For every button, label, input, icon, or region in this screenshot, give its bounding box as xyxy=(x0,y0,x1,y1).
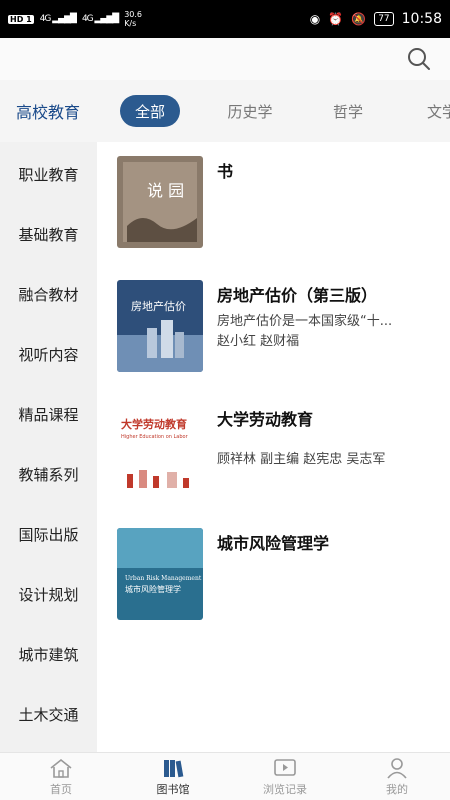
status-bar: HD 1 4G ▂▄▆█ 4G ▂▄▆█ 30.6 K/s ◉ ⏰ 🔕 77 1… xyxy=(0,0,450,38)
nav-history-label: 浏览记录 xyxy=(263,783,307,796)
nav-history[interactable]: 浏览记录 xyxy=(229,753,341,800)
cover-illustration: 房地产估价 xyxy=(117,280,203,372)
alarm-icon: ⏰ xyxy=(328,12,344,26)
book-title: 书 xyxy=(217,162,234,181)
signal-indicator-2: 4G ▂▄▆█ xyxy=(81,14,119,24)
nav-profile[interactable]: 我的 xyxy=(341,753,450,800)
tab-literature[interactable]: 文学 xyxy=(412,95,450,127)
bottom-nav: 首页 图书馆 浏览记录 我的 xyxy=(0,752,450,800)
signal-2-label: 4G xyxy=(81,14,94,24)
book-title: 房地产估价（第三版） xyxy=(217,286,378,305)
book-authors: 顾祥林 副主编 赵宪忠 吴志军 xyxy=(217,452,386,467)
tab-history[interactable]: 历史学 xyxy=(215,95,285,127)
sidebar-item-integrated[interactable]: 融合教材 xyxy=(0,264,97,324)
signal-1-label: 4G xyxy=(39,14,52,24)
speed-unit: K/s xyxy=(124,19,137,28)
book-item[interactable]: 房地产估价 房地产估价（第三版） 房地产估价是一本国家级“十... 赵小红 赵财… xyxy=(97,266,450,386)
status-right: ◉ ⏰ 🔕 77 10:58 xyxy=(310,11,442,27)
eye-icon: ◉ xyxy=(309,12,321,26)
signal-indicator-1: 4G ▂▄▆█ xyxy=(39,14,77,24)
tab-philosophy[interactable]: 哲学 xyxy=(318,95,378,127)
cover-title: 房地产估价 xyxy=(131,299,186,313)
book-item[interactable]: Urban Risk Management 城市风险管理学 城市风险管理学 xyxy=(97,514,450,634)
book-cover: Urban Risk Management 城市风险管理学 xyxy=(117,528,203,620)
cover-title: 大学劳动教育 xyxy=(121,417,187,431)
sidebar-item-civil[interactable]: 土木交通 xyxy=(0,684,97,744)
cover-illustration: Urban Risk Management 城市风险管理学 xyxy=(117,528,203,620)
battery-indicator: 77 xyxy=(374,12,394,26)
nav-library[interactable]: 图书馆 xyxy=(117,753,229,800)
clock: 10:58 xyxy=(401,11,442,27)
network-speed: 30.6 K/s xyxy=(124,10,142,28)
main-category[interactable]: 高校教育 xyxy=(0,80,96,142)
book-list: 说 园 书 房地产估价 房地产估价（第三版） 房地产估价是一本国家级“十... … xyxy=(97,142,450,752)
sidebar: 职业教育 基础教育 融合教材 视听内容 精品课程 教辅系列 国际出版 设计规划 … xyxy=(0,142,97,752)
nav-library-label: 图书馆 xyxy=(156,783,190,796)
cover-subtitle: Urban Risk Management xyxy=(125,575,202,582)
cover-title: 城市风险管理学 xyxy=(125,584,181,594)
cover-subtitle: Higher Education on Labor xyxy=(121,434,189,440)
subject-tabs: 全部 历史学 哲学 文学 xyxy=(100,80,450,142)
speed-value: 30.6 xyxy=(124,10,142,19)
book-cover: 房地产估价 xyxy=(117,280,203,372)
book-item[interactable]: 大学劳动教育 Higher Education on Labor 大学劳动教育 … xyxy=(97,390,450,510)
search-icon xyxy=(408,48,430,70)
category-row: 高校教育 全部 历史学 哲学 文学 xyxy=(0,80,450,142)
library-icon xyxy=(164,760,184,778)
book-description: 房地产估价是一本国家级“十... xyxy=(217,314,393,329)
sidebar-item-vocational[interactable]: 职业教育 xyxy=(0,144,97,204)
sidebar-item-tutoring[interactable]: 教辅系列 xyxy=(0,444,97,504)
sidebar-item-international[interactable]: 国际出版 xyxy=(0,504,97,564)
tab-all[interactable]: 全部 xyxy=(120,95,180,127)
status-left: HD 1 4G ▂▄▆█ 4G ▂▄▆█ 30.6 K/s xyxy=(8,10,310,28)
home-icon xyxy=(50,758,72,778)
nav-home-label: 首页 xyxy=(50,783,72,796)
book-cover: 大学劳动教育 Higher Education on Labor xyxy=(117,404,203,496)
search-button[interactable] xyxy=(406,46,432,72)
nav-profile-label: 我的 xyxy=(386,783,408,796)
sidebar-item-architecture[interactable]: 城市建筑 xyxy=(0,624,97,684)
sidebar-item-basic[interactable]: 基础教育 xyxy=(0,204,97,264)
header xyxy=(0,38,450,80)
sidebar-item-design[interactable]: 设计规划 xyxy=(0,564,97,624)
cover-illustration: 大学劳动教育 Higher Education on Labor xyxy=(117,404,203,496)
cover-title: 说 园 xyxy=(147,181,184,200)
book-item[interactable]: 说 园 书 xyxy=(97,142,450,262)
profile-icon xyxy=(387,758,407,779)
mute-icon: 🔕 xyxy=(351,12,367,26)
app-screen: HD 1 4G ▂▄▆█ 4G ▂▄▆█ 30.6 K/s ◉ ⏰ 🔕 77 1… xyxy=(0,0,450,800)
book-cover: 说 园 xyxy=(117,156,203,248)
nav-home[interactable]: 首页 xyxy=(5,753,117,800)
history-icon xyxy=(274,759,296,776)
sidebar-item-audiovisual[interactable]: 视听内容 xyxy=(0,324,97,384)
cover-illustration: 说 园 xyxy=(117,156,203,248)
book-title: 城市风险管理学 xyxy=(217,534,330,553)
sidebar-item-courses[interactable]: 精品课程 xyxy=(0,384,97,444)
book-title: 大学劳动教育 xyxy=(217,410,314,429)
network-badge: HD 1 xyxy=(8,14,34,24)
book-authors: 赵小红 赵财福 xyxy=(217,334,300,349)
